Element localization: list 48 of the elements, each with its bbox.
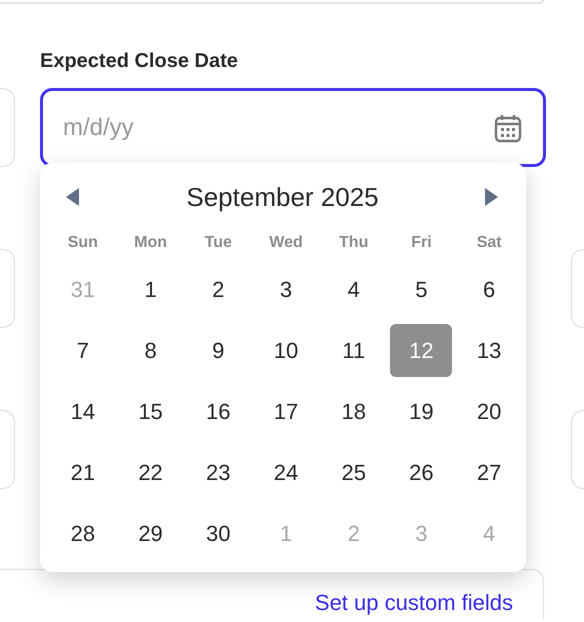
input-field[interactable] <box>0 249 15 328</box>
day-button[interactable]: 5 <box>390 263 452 316</box>
day-button[interactable]: 22 <box>120 446 182 499</box>
weekday-label: Tue <box>204 233 232 253</box>
weekday-label: Thu <box>339 233 368 253</box>
day-button[interactable]: 28 <box>52 507 114 560</box>
input-field[interactable] <box>0 88 15 167</box>
input-field[interactable] <box>571 410 584 489</box>
day-button[interactable]: 21 <box>52 446 114 499</box>
day-button[interactable]: 29 <box>120 507 182 560</box>
input-field[interactable] <box>0 410 15 489</box>
day-button[interactable]: 13 <box>458 324 520 377</box>
day-button[interactable]: 15 <box>120 385 182 438</box>
day-button[interactable]: 24 <box>254 446 317 499</box>
day-button[interactable]: 9 <box>187 324 250 377</box>
next-month-button[interactable] <box>485 188 499 206</box>
day-button[interactable]: 11 <box>322 324 385 377</box>
day-button[interactable]: 23 <box>187 446 250 499</box>
weekday-label: Wed <box>269 233 303 253</box>
day-button[interactable]: 26 <box>390 446 452 499</box>
day-button[interactable]: 3 <box>254 263 317 316</box>
day-button[interactable]: 27 <box>458 446 520 499</box>
weekday-label: Mon <box>134 233 167 253</box>
day-button[interactable]: 16 <box>187 385 250 438</box>
day-button[interactable]: 30 <box>187 507 250 560</box>
weekday-label: Fri <box>411 233 432 253</box>
day-button[interactable]: 19 <box>390 385 452 438</box>
day-button[interactable]: 17 <box>254 385 317 438</box>
day-button[interactable]: 10 <box>254 324 317 377</box>
day-button[interactable]: 18 <box>322 385 385 438</box>
day-button[interactable]: 1 <box>120 263 182 316</box>
day-button[interactable]: 8 <box>120 324 182 377</box>
day-button[interactable]: 20 <box>458 385 520 438</box>
field-label: Expected Close Date <box>40 49 238 74</box>
day-button[interactable]: 25 <box>322 446 385 499</box>
previous-month-button[interactable] <box>66 188 80 206</box>
weekday-label: Sun <box>68 233 98 253</box>
day-button[interactable]: 14 <box>52 385 114 438</box>
day-button[interactable]: 4 <box>322 263 385 316</box>
date-field[interactable]: m/d/yy <box>40 88 546 167</box>
input-field[interactable] <box>571 249 584 328</box>
day-button[interactable]: 7 <box>52 324 114 377</box>
day-button[interactable]: 6 <box>458 263 520 316</box>
custom-fields-link[interactable]: Set up custom fields <box>314 590 513 616</box>
day-button[interactable]: 2 <box>187 263 250 316</box>
calendar-icon[interactable] <box>494 113 522 143</box>
weekday-label: Sat <box>476 233 502 253</box>
month-title: September 2025 <box>186 180 379 214</box>
